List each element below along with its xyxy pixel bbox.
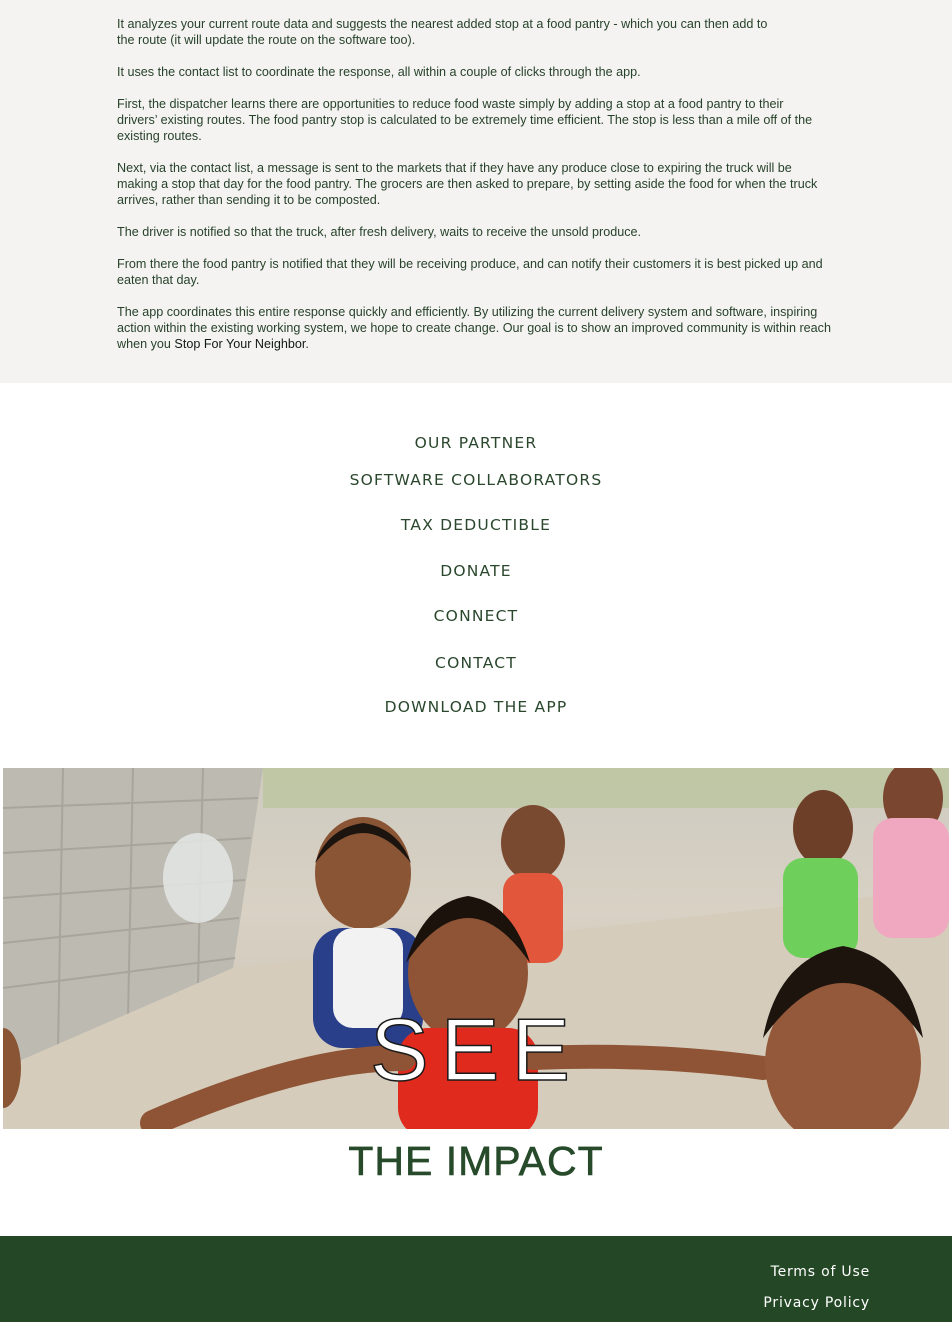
intro-paragraph-5: The driver is notified so that the truck… <box>117 225 642 239</box>
intro-paragraph-2: It uses the contact list to coordinate t… <box>117 65 641 79</box>
intro-text-block: It analyzes your current route data and … <box>117 16 837 368</box>
software-collaborators-link[interactable]: SOFTWARE COLLABORATORS <box>0 471 952 489</box>
stop-for-your-neighbor-emphasis: Stop For Your Neighbor <box>174 337 306 351</box>
our-partner-link[interactable]: OUR PARTNER <box>0 434 952 452</box>
hero-image: SEE <box>3 768 949 1129</box>
see-heading: SEE <box>369 999 583 1100</box>
tax-deductible-link[interactable]: TAX DEDUCTIBLE <box>0 516 952 534</box>
donate-link[interactable]: DONATE <box>0 562 952 580</box>
intro-paragraph-7: The app coordinates this entire response… <box>117 304 837 352</box>
intro-section: It analyzes your current route data and … <box>0 0 952 383</box>
intro-paragraph-7-suffix: . <box>305 337 309 351</box>
privacy-policy-link[interactable]: Privacy Policy <box>763 1295 870 1311</box>
contact-link[interactable]: CONTACT <box>0 654 952 672</box>
intro-paragraph-1: It analyzes your current route data and … <box>117 17 768 47</box>
link-list: OUR PARTNER SOFTWARE COLLABORATORS TAX D… <box>0 383 952 768</box>
footer: Terms of Use Privacy Policy <box>0 1236 952 1322</box>
the-impact-heading: THE IMPACT <box>348 1138 604 1185</box>
connect-link[interactable]: CONNECT <box>0 607 952 625</box>
terms-of-use-link[interactable]: Terms of Use <box>771 1264 870 1280</box>
download-app-link[interactable]: DOWNLOAD THE APP <box>0 698 952 716</box>
intro-paragraph-6: From there the food pantry is notified t… <box>117 257 823 287</box>
intro-paragraph-4: Next, via the contact list, a message is… <box>117 161 818 207</box>
intro-paragraph-3: First, the dispatcher learns there are o… <box>117 97 813 143</box>
